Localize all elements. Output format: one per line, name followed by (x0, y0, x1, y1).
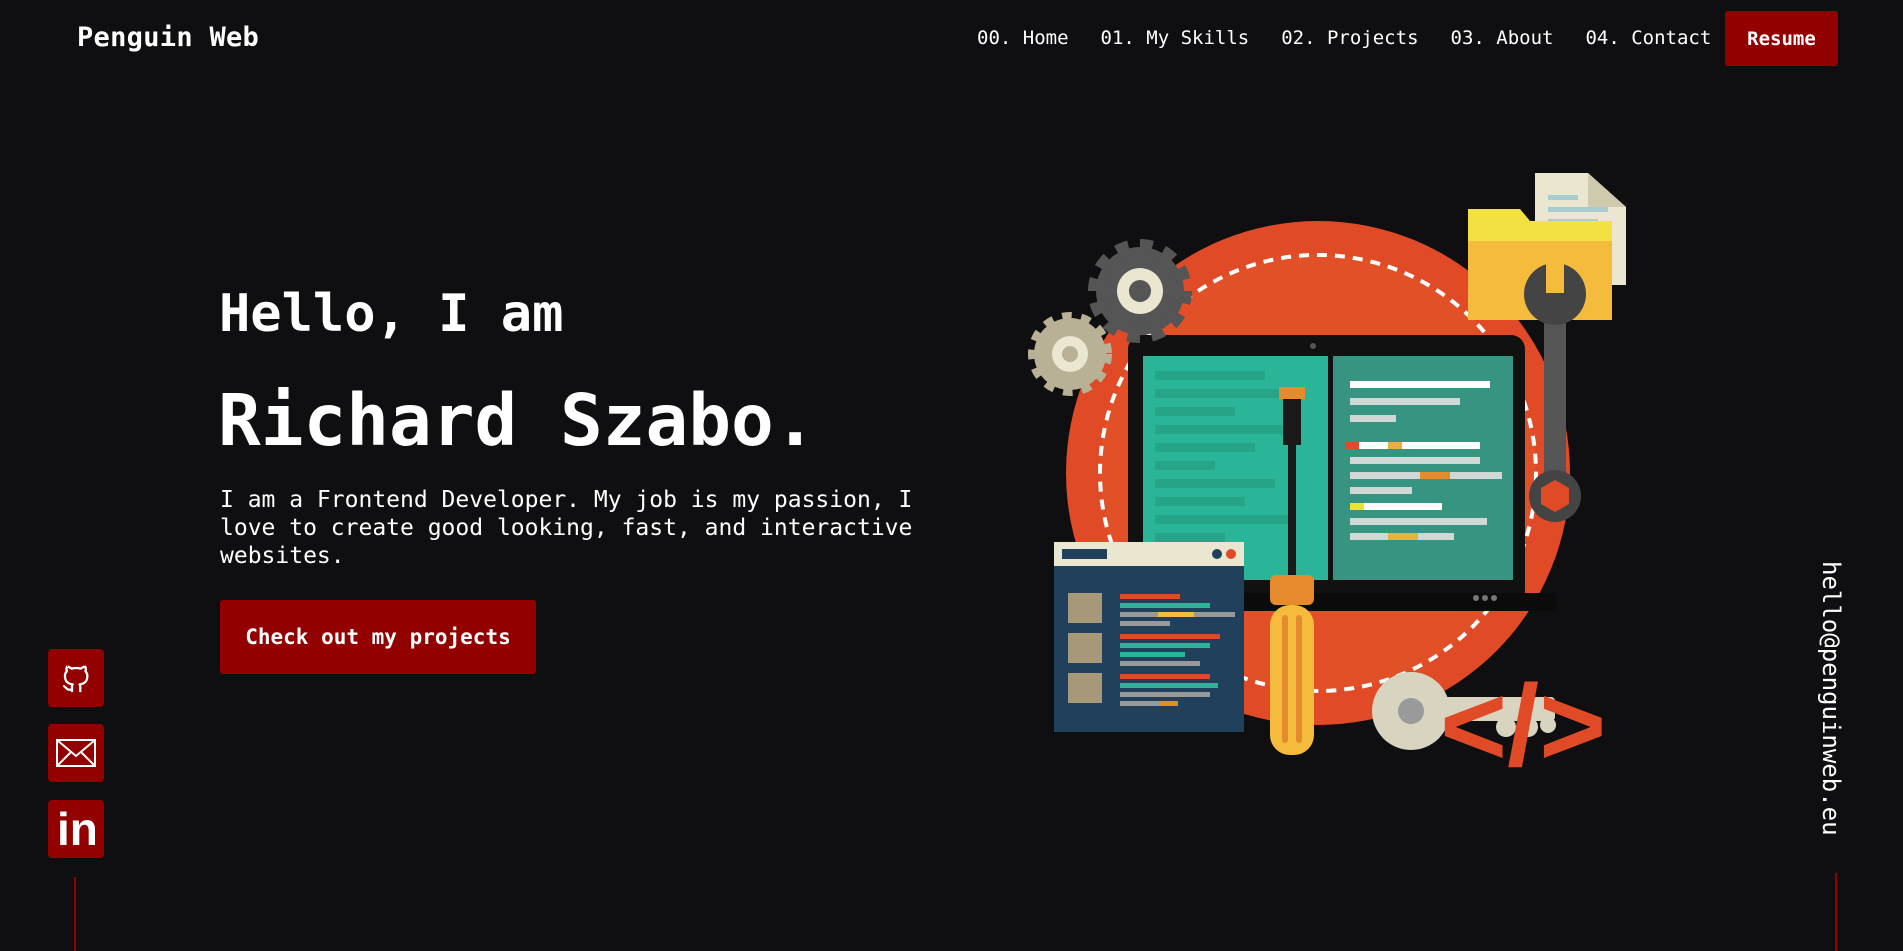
brand-logo[interactable]: Penguin Web (77, 22, 259, 53)
linkedin-link[interactable]: in (48, 800, 104, 858)
nav-item-contact[interactable]: 04. Contact (1585, 27, 1711, 49)
email-link-vertical[interactable]: hello@penguinweb.eu (1817, 561, 1845, 836)
gear-icon (1088, 239, 1192, 343)
right-accent-line (1835, 873, 1837, 951)
hero-intro: I am a Frontend Developer. My job is my … (220, 487, 913, 569)
hero-greeting: Hello, I am (219, 284, 564, 344)
svg-text:in: in (57, 807, 98, 851)
nav-item-skills[interactable]: 01. My Skills (1101, 27, 1250, 49)
hero-name: Richard Szabo. (218, 379, 817, 462)
nav-item-projects[interactable]: 02. Projects (1281, 27, 1418, 49)
linkedin-icon: in (57, 807, 98, 851)
projects-cta-button[interactable]: Check out my projects (220, 600, 536, 674)
nav-item-home[interactable]: 00. Home (977, 27, 1069, 49)
small-gear-icon (1028, 312, 1112, 396)
resume-button[interactable]: Resume (1725, 11, 1838, 66)
mail-icon (56, 739, 96, 767)
nav-item-about[interactable]: 03. About (1451, 27, 1554, 49)
email-link[interactable] (48, 724, 104, 782)
developer-illustration: </> (1028, 173, 1626, 790)
left-accent-line (74, 877, 76, 951)
code-window-icon (1054, 542, 1244, 732)
main-nav: 00. Home 01. My Skills 02. Projects 03. … (977, 27, 1711, 49)
code-symbol-icon: </> (1440, 662, 1606, 790)
github-icon (62, 665, 89, 693)
github-link[interactable] (48, 649, 104, 707)
